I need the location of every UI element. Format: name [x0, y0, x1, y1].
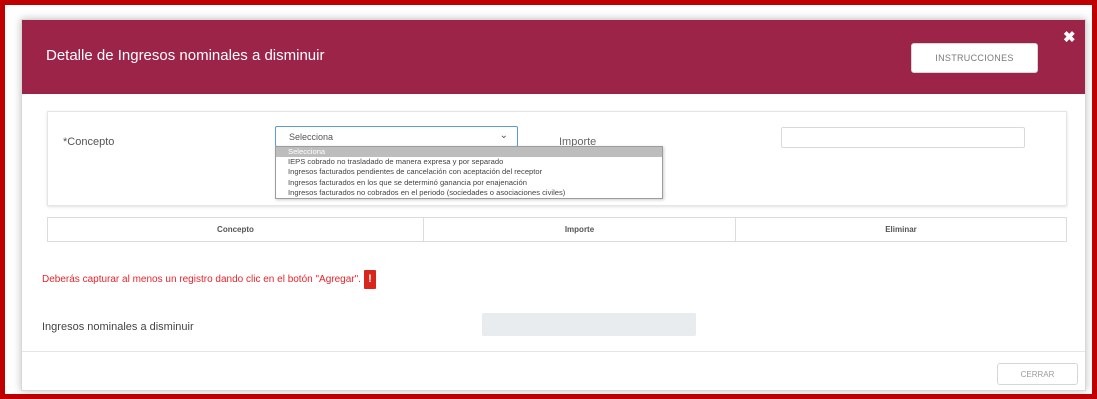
- total-readonly-field: [482, 313, 696, 336]
- modal-header: Detalle de Ingresos nominales a disminui…: [22, 20, 1085, 94]
- dropdown-option[interactable]: IEPS cobrado no trasladado de manera exp…: [276, 157, 662, 167]
- dropdown-option[interactable]: Ingresos facturados no cobrados en el pe…: [276, 188, 662, 198]
- validation-message-row: Deberás capturar al menos un registro da…: [42, 270, 376, 289]
- modal-dialog: Detalle de Ingresos nominales a disminui…: [21, 19, 1086, 391]
- dropdown-option[interactable]: Ingresos facturados pendientes de cancel…: [276, 167, 662, 177]
- column-header-concepto: Concepto: [48, 218, 424, 241]
- validation-error-text: Deberás capturar al menos un registro da…: [42, 274, 361, 285]
- concepto-label: *Concepto: [63, 136, 115, 148]
- dropdown-option[interactable]: Ingresos facturados en los que se determ…: [276, 178, 662, 188]
- screenshot-frame: Detalle de Ingresos nominales a disminui…: [0, 0, 1097, 399]
- concept-form-panel: *Concepto Selecciona ⌄ Importe Seleccion…: [47, 111, 1067, 206]
- warning-icon: !: [363, 270, 376, 289]
- close-icon[interactable]: ✖: [1063, 30, 1076, 45]
- importe-input[interactable]: [781, 127, 1025, 148]
- close-button[interactable]: CERRAR: [997, 363, 1078, 385]
- total-label: Ingresos nominales a disminuir: [42, 321, 194, 333]
- concepto-selected-value: Selecciona: [289, 132, 334, 142]
- column-header-eliminar: Eliminar: [885, 225, 917, 234]
- chevron-down-icon: ⌄: [499, 130, 508, 141]
- concepto-dropdown-list: Selecciona IEPS cobrado no trasladado de…: [275, 146, 663, 199]
- dropdown-option[interactable]: Selecciona: [276, 147, 662, 158]
- column-header-importe: Importe: [424, 218, 736, 241]
- records-table-header: Concepto Importe Eliminar: [47, 217, 1067, 242]
- instructions-button[interactable]: INSTRUCCIONES: [911, 43, 1038, 73]
- footer-divider: [22, 351, 1085, 352]
- modal-title: Detalle de Ingresos nominales a disminui…: [46, 47, 325, 64]
- concepto-select[interactable]: Selecciona ⌄: [275, 126, 518, 147]
